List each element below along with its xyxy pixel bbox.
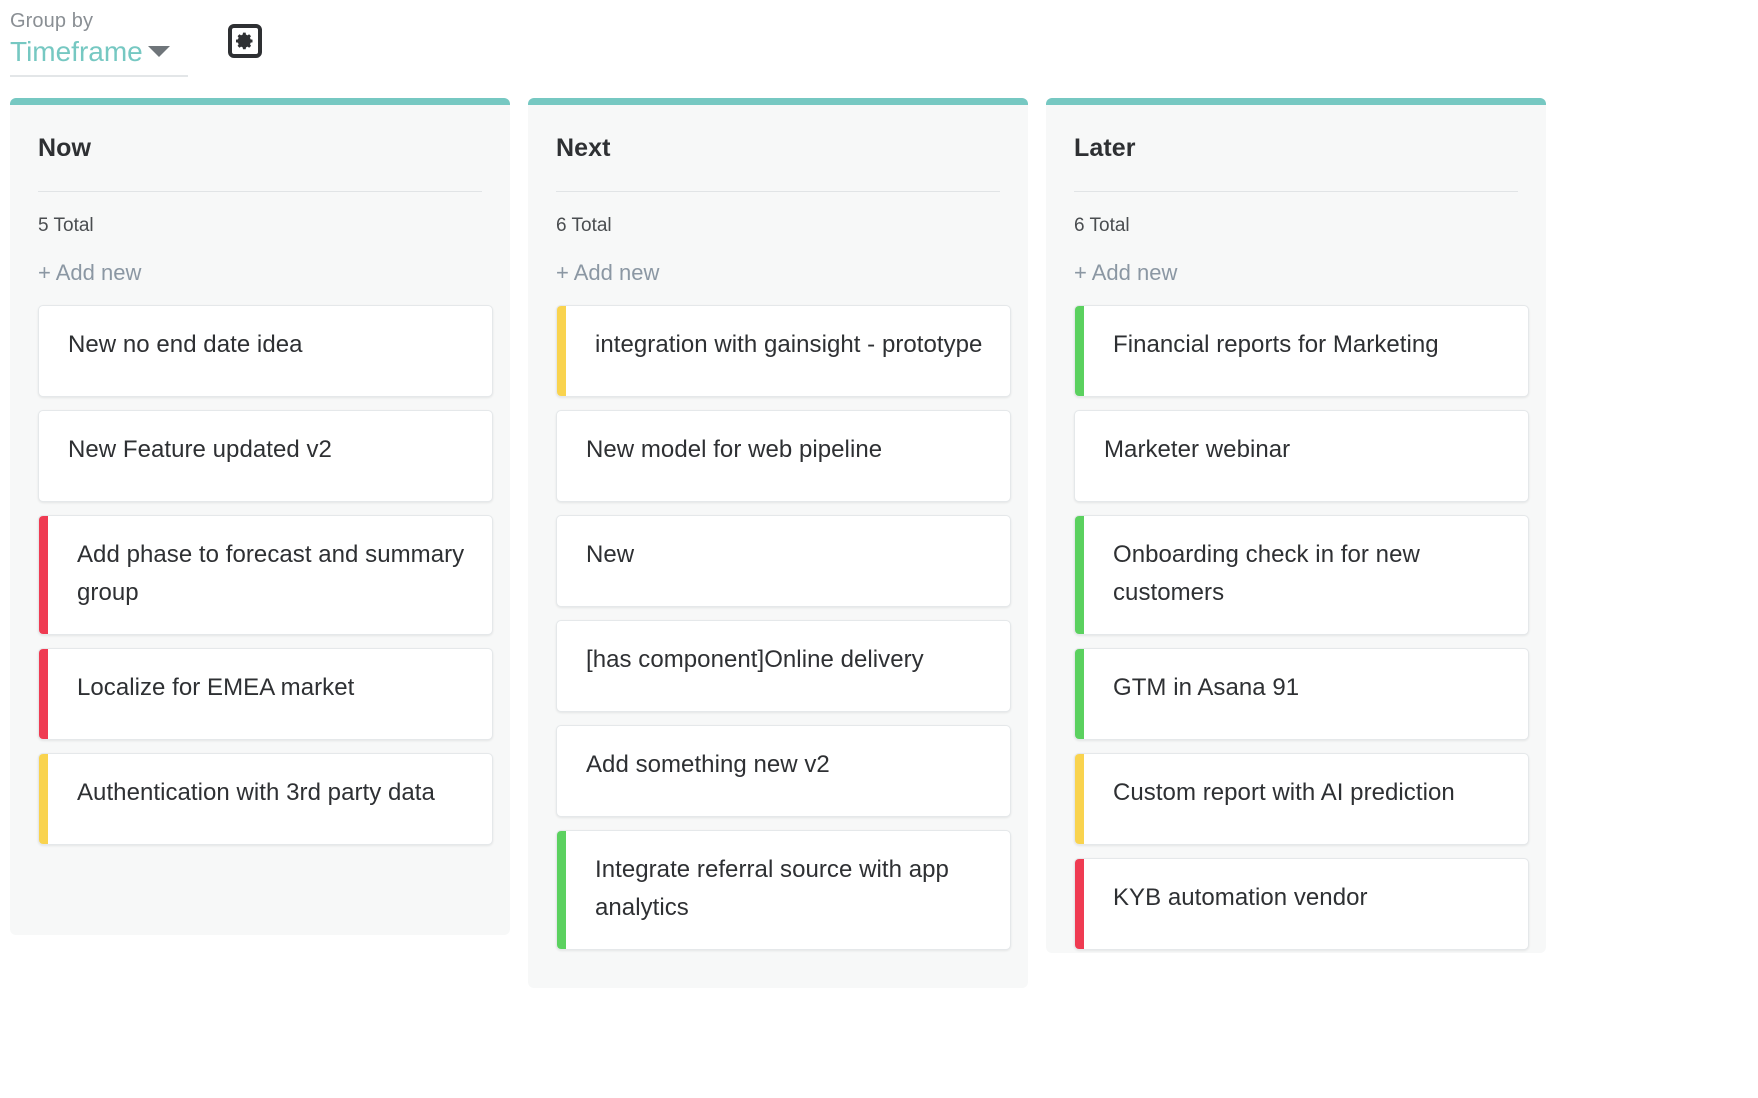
card-status-bar	[557, 306, 566, 396]
card-title: GTM in Asana 91	[1113, 674, 1300, 701]
card-list: Financial reports for Marketing Marketer…	[1046, 305, 1546, 950]
column-total-count: 6 Total	[1074, 215, 1130, 236]
card-list: integration with gainsight - prototype N…	[528, 305, 1028, 950]
settings-button[interactable]	[228, 24, 262, 58]
card-status-bar	[1075, 516, 1084, 634]
card[interactable]: Integrate referral source with app analy…	[556, 830, 1011, 950]
card-title: KYB automation vendor	[1113, 884, 1368, 911]
column-title: Now	[38, 134, 92, 162]
column-header: Next 6 Total + Add new	[528, 105, 1028, 287]
card-status-bar	[1075, 649, 1084, 739]
card[interactable]: [has component]Online delivery	[556, 620, 1011, 712]
card-status-bar	[557, 831, 566, 949]
card-title: Financial reports for Marketing	[1113, 331, 1439, 358]
card-status-bar	[39, 754, 48, 844]
card-title: [has component]Online delivery	[586, 646, 924, 673]
board-column-next: Next 6 Total + Add new integration with …	[528, 98, 1028, 988]
column-title: Next	[556, 134, 611, 162]
card-title: Authentication with 3rd party data	[77, 779, 435, 806]
card[interactable]: New	[556, 515, 1011, 607]
card-status-bar	[1075, 306, 1084, 396]
card[interactable]: Add phase to forecast and summary group	[38, 515, 493, 635]
card-status-bar	[1075, 859, 1084, 949]
card-title: integration with gainsight - prototype	[595, 331, 983, 358]
group-by-value: Timeframe	[10, 36, 143, 67]
group-by-dropdown[interactable]: Timeframe	[10, 35, 188, 77]
card-title: Onboarding check in for new customers	[1113, 541, 1420, 606]
card-title: New model for web pipeline	[586, 436, 883, 463]
group-by-control[interactable]: Group by Timeframe	[10, 8, 188, 77]
group-by-label: Group by	[10, 10, 94, 32]
card[interactable]: Localize for EMEA market	[38, 648, 493, 740]
card-title: Marketer webinar	[1104, 436, 1291, 463]
card[interactable]: Custom report with AI prediction	[1074, 753, 1529, 845]
card[interactable]: Onboarding check in for new customers	[1074, 515, 1529, 635]
column-header: Now 5 Total + Add new	[10, 105, 510, 287]
card-list: New no end date idea New Feature updated…	[10, 305, 510, 845]
card-status-bar	[1075, 754, 1084, 844]
card[interactable]: New Feature updated v2	[38, 410, 493, 502]
add-new-button[interactable]: + Add new	[556, 259, 1000, 287]
card-title: Custom report with AI prediction	[1113, 779, 1455, 806]
add-new-button[interactable]: + Add new	[1074, 259, 1518, 287]
card[interactable]: Financial reports for Marketing	[1074, 305, 1529, 397]
board-column-now: Now 5 Total + Add new New no end date id…	[10, 98, 510, 935]
column-total-count: 5 Total	[38, 215, 94, 236]
column-header: Later 6 Total + Add new	[1046, 105, 1546, 287]
column-divider	[1074, 191, 1518, 192]
card-title: Localize for EMEA market	[77, 674, 355, 701]
card-title: New Feature updated v2	[68, 436, 332, 463]
column-total-count: 6 Total	[556, 215, 612, 236]
card-status-bar	[39, 516, 48, 634]
card-status-bar	[39, 649, 48, 739]
column-title: Later	[1074, 134, 1136, 162]
card[interactable]: Authentication with 3rd party data	[38, 753, 493, 845]
board-toolbar: Group by Timeframe	[0, 0, 1758, 98]
card[interactable]: integration with gainsight - prototype	[556, 305, 1011, 397]
card[interactable]: Marketer webinar	[1074, 410, 1529, 502]
card-title: Add phase to forecast and summary group	[77, 541, 465, 606]
kanban-board: Now 5 Total + Add new New no end date id…	[0, 98, 1758, 1098]
card-title: Add something new v2	[586, 751, 830, 778]
column-divider	[38, 191, 482, 192]
board-column-later: Later 6 Total + Add new Financial report…	[1046, 98, 1546, 953]
card[interactable]: New model for web pipeline	[556, 410, 1011, 502]
add-new-button[interactable]: + Add new	[38, 259, 482, 287]
chevron-down-icon	[148, 45, 170, 57]
card-title: New no end date idea	[68, 331, 303, 358]
column-divider	[556, 191, 1000, 192]
card[interactable]: GTM in Asana 91	[1074, 648, 1529, 740]
card[interactable]: New no end date idea	[38, 305, 493, 397]
gear-icon	[235, 31, 255, 51]
card-title: Integrate referral source with app analy…	[595, 856, 949, 921]
card[interactable]: Add something new v2	[556, 725, 1011, 817]
card[interactable]: KYB automation vendor	[1074, 858, 1529, 950]
card-title: New	[586, 541, 635, 568]
